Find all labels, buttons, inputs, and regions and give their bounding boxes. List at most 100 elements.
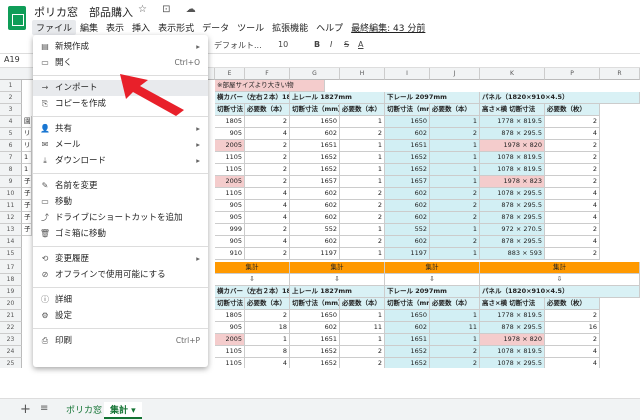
table-cell[interactable]: 1 <box>430 116 480 128</box>
summary-cell[interactable]: 集計 <box>385 262 480 274</box>
table-cell[interactable]: 1 <box>340 164 385 176</box>
row-header[interactable]: 6 <box>0 140 22 152</box>
column-header[interactable]: I <box>385 68 430 80</box>
cell[interactable]: 子 <box>22 176 32 188</box>
row-header[interactable]: 10 <box>0 188 22 200</box>
table-cell[interactable]: 2 <box>430 358 480 368</box>
table-cell[interactable]: 4 <box>245 188 290 200</box>
italic-button[interactable]: I <box>330 40 332 49</box>
table-cell[interactable]: 1978 × 823 <box>480 176 545 188</box>
table-cell[interactable]: 905 <box>215 322 245 334</box>
table-cell[interactable]: 1105 <box>215 188 245 200</box>
sub-header[interactable]: 必要数（枚） <box>545 298 600 310</box>
row-header[interactable]: 2 <box>0 92 22 104</box>
table-cell[interactable]: 1078 × 295.5 <box>480 188 545 200</box>
file-menu-item[interactable]: ▭ 開く Ctrl+O <box>33 55 208 71</box>
table-cell[interactable]: 2 <box>545 176 600 188</box>
table-cell[interactable]: 878 × 295.5 <box>480 200 545 212</box>
file-menu-item[interactable]: ⤓ ダウンロード ▸ <box>33 153 208 169</box>
table-cell[interactable]: 1652 <box>290 152 340 164</box>
table-cell[interactable]: 1650 <box>385 116 430 128</box>
table-cell[interactable]: 4 <box>245 128 290 140</box>
menu-data[interactable]: データ <box>198 20 233 35</box>
sub-header[interactable]: 必要数（枚） <box>545 104 600 116</box>
text-color-button[interactable]: A <box>358 40 363 49</box>
table-cell[interactable]: 2 <box>245 176 290 188</box>
table-cell[interactable]: 602 <box>385 200 430 212</box>
sub-header[interactable]: 必要数（本） <box>430 104 480 116</box>
file-menu-item[interactable]: ⟲ 変更履歴 ▸ <box>33 251 208 267</box>
row-header[interactable]: 4 <box>0 116 22 128</box>
sheet-tab-polycarbonate[interactable]: ポリカ窓 <box>60 402 108 417</box>
file-menu-item[interactable]: ⚙ 設定 <box>33 308 208 324</box>
row-header[interactable]: 11 <box>0 200 22 212</box>
row-header[interactable]: 21 <box>0 310 22 322</box>
table-cell[interactable]: 4 <box>545 188 600 200</box>
table-cell[interactable]: 2 <box>340 212 385 224</box>
table-cell[interactable]: 2 <box>340 346 385 358</box>
table-cell[interactable]: 1650 <box>290 310 340 322</box>
table-cell[interactable]: 602 <box>385 212 430 224</box>
font-size-select[interactable]: 10 <box>278 40 288 49</box>
table-cell[interactable]: 2 <box>245 310 290 322</box>
table-cell[interactable]: 4 <box>245 236 290 248</box>
table-cell[interactable]: 2005 <box>215 176 245 188</box>
table-cell[interactable]: 602 <box>290 322 340 334</box>
file-menu-item[interactable]: ✎ 名前を変更 <box>33 178 208 194</box>
table-cell[interactable]: 11 <box>340 322 385 334</box>
table-cell[interactable]: 2 <box>545 224 600 236</box>
table-cell[interactable]: 1652 <box>290 358 340 368</box>
table-cell[interactable]: 1 <box>430 164 480 176</box>
table-cell[interactable]: 602 <box>385 128 430 140</box>
menu-help[interactable]: ヘルプ <box>312 20 347 35</box>
table-cell[interactable]: 4 <box>545 128 600 140</box>
table-cell[interactable]: 2 <box>430 236 480 248</box>
table-cell[interactable]: 878 × 295.5 <box>480 128 545 140</box>
table-cell[interactable]: 602 <box>290 212 340 224</box>
table-cell[interactable]: 1652 <box>290 346 340 358</box>
table-cell[interactable]: 2 <box>430 188 480 200</box>
table-cell[interactable]: 1078 × 295.5 <box>480 358 545 368</box>
file-menu-item[interactable]: ⎙ 印刷 Ctrl+P <box>33 333 208 349</box>
table-cell[interactable]: 1 <box>340 140 385 152</box>
table-cell[interactable]: 1657 <box>290 176 340 188</box>
row-header[interactable]: 22 <box>0 322 22 334</box>
block-header[interactable]: 横カバー（左右２本）1845mm <box>215 92 290 104</box>
bold-button[interactable]: B <box>314 40 320 49</box>
table-cell[interactable]: 4 <box>545 212 600 224</box>
cell[interactable]: 子 <box>22 188 32 200</box>
table-cell[interactable]: 878 × 295.5 <box>480 236 545 248</box>
table-cell[interactable]: 1778 × 819.5 <box>480 310 545 322</box>
block-header[interactable]: 上レール 1827mm <box>290 92 385 104</box>
table-cell[interactable]: 905 <box>215 212 245 224</box>
sub-header[interactable]: 必要数（本） <box>340 298 385 310</box>
summary-cell[interactable]: 集計 <box>290 262 385 274</box>
menu-tools[interactable]: ツール <box>233 20 268 35</box>
column-header[interactable]: H <box>340 68 385 80</box>
sub-header[interactable]: 必要数（本） <box>245 298 290 310</box>
menu-view[interactable]: 表示 <box>102 20 128 35</box>
row-header[interactable]: 9 <box>0 176 22 188</box>
table-cell[interactable]: 1805 <box>215 116 245 128</box>
table-cell[interactable]: 1651 <box>290 140 340 152</box>
table-cell[interactable]: 2 <box>430 128 480 140</box>
table-cell[interactable]: 1 <box>340 334 385 346</box>
file-menu-item[interactable]: ⓘ 詳細 <box>33 292 208 308</box>
table-cell[interactable]: 2 <box>340 200 385 212</box>
cell[interactable]: 園 <box>22 116 32 128</box>
file-menu-item[interactable]: ▤ 新規作成 ▸ <box>33 39 208 55</box>
file-menu-item[interactable]: ⤴ ドライブにショートカットを追加 <box>33 210 208 226</box>
table-cell[interactable]: 905 <box>215 200 245 212</box>
table-cell[interactable]: 1105 <box>215 346 245 358</box>
table-cell[interactable]: 552 <box>385 224 430 236</box>
table-cell[interactable]: 1 <box>430 176 480 188</box>
table-cell[interactable]: 602 <box>385 322 430 334</box>
table-cell[interactable]: 2 <box>545 152 600 164</box>
all-sheets-button[interactable]: ≡ <box>40 403 48 414</box>
table-cell[interactable]: 878 × 295.5 <box>480 212 545 224</box>
row-header[interactable]: 15 <box>0 248 22 260</box>
font-select[interactable]: デフォルト... <box>214 40 262 51</box>
document-title[interactable]: ポリカ窓 部品購入 <box>34 4 133 20</box>
table-cell[interactable]: 2 <box>430 200 480 212</box>
row-header[interactable]: 18 <box>0 274 22 286</box>
